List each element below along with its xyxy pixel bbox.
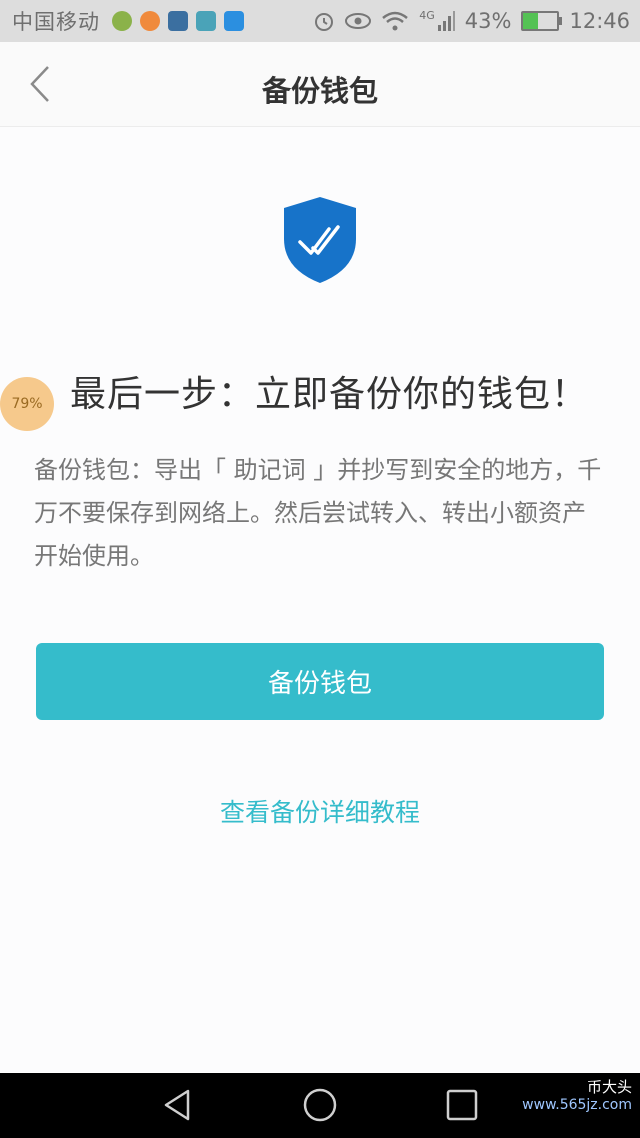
progress-badge: 79%: [0, 377, 54, 431]
alipay-icon: [224, 11, 244, 31]
status-right: 4G 43% 12:46: [313, 0, 630, 42]
navigation-bar: 备份钱包: [0, 42, 640, 127]
battery-percent: 43%: [464, 9, 512, 33]
backup-description: 备份钱包：导出「 助记词 」并抄写到安全的地方，千万不要保存到网络上。然后尝试转…: [34, 456, 602, 570]
signal-icon: [437, 11, 455, 31]
notification-icons: [112, 11, 244, 31]
wifi-icon: [382, 11, 409, 31]
main-content: 79% 最后一步：立即备份你的钱包！ 备份钱包：导出「 助记词 」并抄写到安全的…: [0, 127, 640, 1072]
usb-icon: [196, 11, 216, 31]
page-title: 备份钱包: [261, 74, 378, 108]
green-app-icon: [112, 11, 132, 31]
blue-app-icon: [168, 11, 188, 31]
shield-check-icon: [284, 197, 356, 283]
battery-icon: [521, 11, 563, 31]
back-triangle-icon[interactable]: [160, 1087, 196, 1123]
watermark-url: www.565jz.com: [522, 1097, 632, 1113]
view-tutorial-link[interactable]: 查看备份详细教程: [0, 793, 640, 829]
network-label: 4G: [419, 8, 435, 22]
recents-square-icon[interactable]: [444, 1087, 480, 1123]
status-bar: 中国移动 4G 43% 12:46: [0, 0, 640, 42]
alarm-icon: [315, 13, 334, 31]
watermark-name: 币大头: [586, 1078, 632, 1096]
carrier-label: 中国移动: [12, 10, 100, 34]
orange-app-icon: [140, 11, 160, 31]
headline: 最后一步：立即备份你的钱包！: [70, 374, 589, 415]
home-circle-icon[interactable]: [302, 1087, 338, 1123]
watermark: 币大头 www.565jz.com: [522, 1076, 632, 1113]
clock: 12:46: [569, 9, 630, 33]
backup-wallet-button[interactable]: 备份钱包: [36, 643, 604, 720]
eye-icon: [345, 13, 372, 29]
